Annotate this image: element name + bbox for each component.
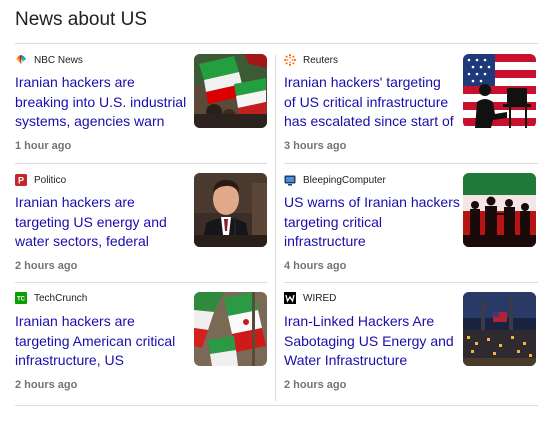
news-card-techcrunch[interactable]: TC TechCrunch Iranian hackers are target… bbox=[0, 283, 275, 404]
section-title: News about US bbox=[15, 9, 148, 30]
news-timestamp: 2 hours ago bbox=[15, 260, 78, 272]
industrial-plant-at-night-image bbox=[463, 292, 536, 366]
news-headline[interactable]: Iran-Linked Hackers Are Sabotaging US En… bbox=[284, 312, 460, 371]
news-timestamp: 2 hours ago bbox=[284, 379, 347, 391]
news-headline[interactable]: US warns of Iranian hackers targeting cr… bbox=[284, 193, 460, 252]
news-card-bleepingcomputer[interactable]: BleepingComputer US warns of Iranian hac… bbox=[276, 164, 558, 282]
news-headline[interactable]: Iranian hackers are breaking into U.S. i… bbox=[15, 73, 187, 132]
news-card-reuters[interactable]: Reuters Iranian hackers' targeting of US… bbox=[276, 44, 558, 163]
news-source-name: NBC News bbox=[34, 54, 83, 66]
news-card-politico[interactable]: P Politico Iranian hackers are targeting… bbox=[0, 164, 275, 282]
news-timestamp: 3 hours ago bbox=[284, 140, 347, 152]
news-source: NBC News bbox=[15, 54, 83, 66]
crowd-with-iranian-flags-image bbox=[194, 54, 267, 128]
news-source-name: BleepingComputer bbox=[303, 174, 386, 186]
news-headline[interactable]: Iranian hackers' targeting of US critica… bbox=[284, 73, 456, 132]
news-source-name: TechCrunch bbox=[34, 292, 88, 304]
svg-text:P: P bbox=[18, 176, 24, 186]
news-card-wired[interactable]: WIRED Iran-Linked Hackers Are Sabotaging… bbox=[276, 283, 558, 404]
soldier-silhouettes-iran-flag-image bbox=[463, 173, 536, 247]
news-headline[interactable]: Iranian hackers are targeting US energy … bbox=[15, 193, 187, 252]
news-source-name: Reuters bbox=[303, 54, 339, 66]
politico-logo-icon: P bbox=[15, 174, 27, 186]
official-speaking-at-podium-image bbox=[194, 173, 267, 247]
news-source: WIRED bbox=[284, 292, 336, 304]
news-headline[interactable]: Iranian hackers are targeting American c… bbox=[15, 312, 187, 371]
wired-logo-icon bbox=[284, 292, 296, 304]
hacker-silhouette-us-flag-image bbox=[463, 54, 536, 128]
bottom-divider bbox=[15, 405, 538, 406]
news-source-name: WIRED bbox=[303, 292, 337, 304]
techcrunch-logo-icon: TC bbox=[15, 292, 27, 304]
bleepingcomputer-logo-icon bbox=[284, 174, 296, 186]
reuters-logo-icon bbox=[284, 54, 296, 66]
news-source: BleepingComputer bbox=[284, 174, 386, 186]
news-source: Reuters bbox=[284, 54, 338, 66]
news-card-nbc[interactable]: NBC News Iranian hackers are breaking in… bbox=[0, 44, 275, 163]
news-timestamp: 4 hours ago bbox=[284, 260, 347, 272]
news-source: P Politico bbox=[15, 174, 66, 186]
news-source-name: Politico bbox=[34, 174, 67, 186]
svg-text:TC: TC bbox=[17, 297, 26, 303]
iranian-flags-closeup-image bbox=[194, 292, 267, 366]
news-timestamp: 1 hour ago bbox=[15, 140, 72, 152]
nbc-peacock-icon bbox=[15, 54, 27, 66]
news-timestamp: 2 hours ago bbox=[15, 379, 78, 391]
news-source: TC TechCrunch bbox=[15, 292, 87, 304]
